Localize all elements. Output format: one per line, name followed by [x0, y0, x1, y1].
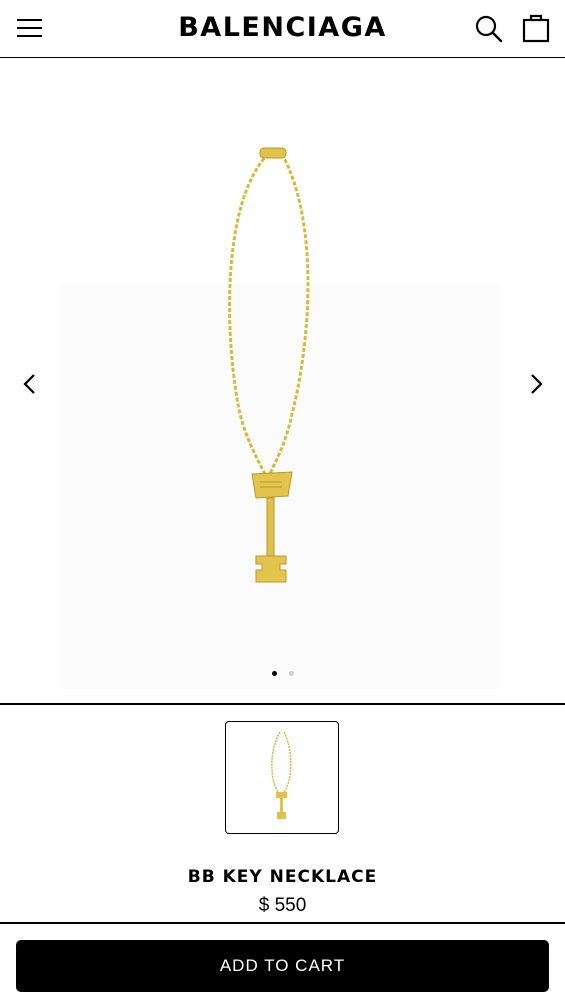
product-thumbnail[interactable] [225, 721, 339, 834]
carousel-dot[interactable] [288, 671, 294, 676]
carousel-dot-active[interactable] [271, 671, 277, 676]
divider [0, 922, 565, 924]
top-header: BALENCIAGA [0, 0, 565, 58]
thumbnail-necklace-image [271, 731, 292, 819]
shopping-bag-icon[interactable] [521, 12, 551, 44]
product-image-necklace [60, 147, 500, 689]
search-icon[interactable] [474, 14, 504, 44]
add-to-cart-button[interactable]: ADD TO CART [16, 940, 549, 992]
product-name: BB KEY NECKLACE [187, 867, 378, 887]
divider [0, 703, 565, 705]
chevron-left-icon[interactable] [20, 372, 40, 396]
product-price: $ 550 [258, 895, 307, 916]
product-gallery[interactable] [0, 59, 565, 704]
carousel-dots [0, 671, 565, 676]
chevron-right-icon[interactable] [526, 372, 546, 396]
